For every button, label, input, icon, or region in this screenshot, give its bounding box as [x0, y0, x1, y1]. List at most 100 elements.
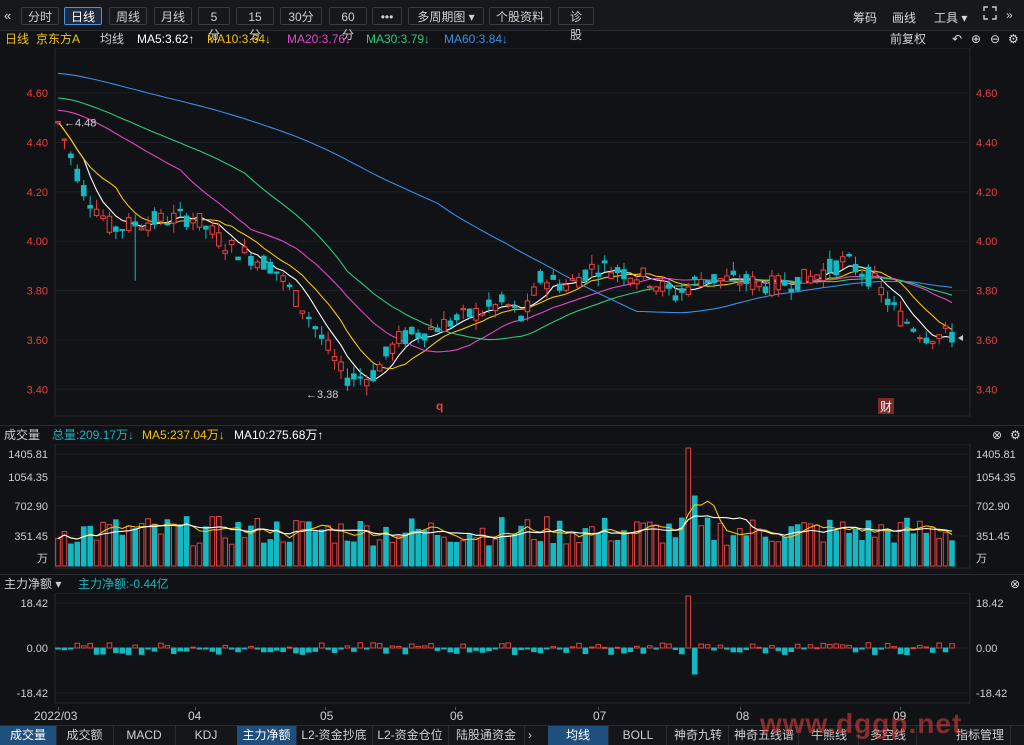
volume-bar: [119, 534, 126, 567]
candle: [357, 376, 364, 379]
candle: [68, 153, 74, 159]
volume-bar: [942, 532, 949, 567]
volume-bar: [61, 531, 68, 567]
netflow-bar: [582, 647, 589, 655]
candle: [788, 288, 795, 293]
price-tick-right: 3.80: [976, 286, 997, 298]
candle: [421, 333, 428, 341]
volume-chart[interactable]: 1405.81 1405.81 1054.35 1054.35 702.90 702.90…: [0, 444, 1024, 570]
close-icon[interactable]: ⊗: [992, 426, 1002, 444]
candle: [299, 310, 306, 314]
netflow-bar: [556, 647, 563, 650]
candle: [839, 256, 846, 263]
indicator-tab-6[interactable]: L2-资金仓位: [372, 726, 449, 745]
price-tick-left: 4.20: [27, 187, 48, 199]
volume-bar: [74, 541, 81, 567]
indicator-tab-4[interactable]: 主力净额: [237, 726, 297, 745]
overlay-tab-2[interactable]: 神奇九转: [668, 726, 729, 745]
period-button-11[interactable]: 诊股: [558, 7, 594, 42]
period-button-7[interactable]: 60分: [329, 7, 367, 42]
volume-tick-right: 702.90: [976, 501, 1010, 513]
candle: [241, 246, 248, 254]
candle: [833, 260, 840, 276]
candle: [910, 328, 917, 332]
volume-bar: [865, 520, 872, 567]
volume-bar: [209, 516, 216, 567]
indicator-tab-0[interactable]: 成交量: [0, 726, 57, 745]
indicator-tab-5[interactable]: L2-资金抄底: [296, 726, 373, 745]
overlay-tab-0[interactable]: 均线: [548, 726, 609, 745]
date-label: 07: [593, 709, 607, 723]
candle: [119, 229, 126, 232]
candle: [589, 263, 595, 270]
period-button-1[interactable]: 日线: [64, 7, 102, 25]
settings-icon[interactable]: ⚙: [1008, 30, 1019, 48]
indicator-tab-2[interactable]: MACD: [113, 726, 176, 745]
chips-button[interactable]: 筹码: [853, 9, 877, 26]
volume-bar: [389, 541, 396, 567]
netflow-bar: [312, 647, 319, 652]
volume-bar: [344, 540, 351, 567]
zoom-in-icon[interactable]: ⊕: [971, 30, 981, 48]
period-button-9[interactable]: 多周期图 ▾: [408, 7, 484, 25]
indicator-tab-3[interactable]: KDJ: [175, 726, 238, 745]
netflow-bar: [717, 644, 724, 649]
close-icon[interactable]: ⊗: [1010, 575, 1020, 593]
candle: [524, 300, 531, 313]
period-button-3[interactable]: 月线: [154, 7, 192, 25]
settings-icon[interactable]: ⚙: [1010, 426, 1021, 444]
volume-bar: [447, 541, 454, 567]
candle: [273, 271, 280, 274]
candle: [865, 266, 872, 287]
indicator-tab-7[interactable]: 陆股通资金: [448, 726, 525, 745]
expand-right-icon[interactable]: »: [1006, 8, 1013, 22]
period-button-2[interactable]: 周线: [109, 7, 147, 25]
candle: [318, 334, 325, 339]
price-tick-left: 3.60: [27, 335, 48, 347]
netflow-bar: [170, 647, 177, 654]
volume-bar: [569, 532, 576, 567]
volume-bar: [376, 539, 383, 567]
netflow-chart[interactable]: 18.42 18.42 0.00 0.00 -18.42 -18.42: [0, 593, 1024, 705]
volume-bar: [775, 541, 782, 567]
netflow-bar: [730, 647, 737, 653]
volume-bar: [852, 528, 859, 567]
collapse-icon[interactable]: «: [4, 8, 11, 23]
zoom-out-icon[interactable]: ⊖: [990, 30, 1000, 48]
fullscreen-icon[interactable]: [983, 6, 997, 23]
candle: [563, 284, 569, 291]
price-chart[interactable]: 4.60 4.60 4.40 4.40 4.20 4.20 4.00 4.00 3.80 3.80…: [0, 48, 1024, 420]
tools-menu-button[interactable]: 工具 ▾: [934, 9, 967, 26]
candle: [286, 284, 293, 288]
period-label: 日线: [5, 32, 30, 46]
netflow-bar: [929, 647, 936, 653]
period-button-6[interactable]: 30分: [280, 7, 322, 25]
overlay-tab-1[interactable]: BOLL: [610, 726, 667, 745]
netflow-bar: [563, 647, 569, 653]
period-button-8[interactable]: •••: [372, 7, 402, 25]
candle: [814, 274, 820, 280]
undo-icon[interactable]: ↶: [952, 30, 962, 48]
candle: [711, 274, 717, 284]
volume-bar: [505, 534, 512, 567]
draw-line-button[interactable]: 画线: [892, 9, 916, 26]
candle: [569, 278, 576, 281]
adjust-button[interactable]: 前复权: [890, 30, 926, 48]
date-tick: [740, 707, 741, 710]
netflow-value: 主力净额:-0.44亿: [78, 577, 169, 591]
period-button-0[interactable]: 分时: [21, 7, 59, 25]
candle: [158, 212, 164, 222]
volume-bar: [659, 542, 666, 567]
period-button-4[interactable]: 5分: [198, 7, 230, 42]
scroll-right-icon[interactable]: ›: [528, 728, 532, 742]
netflow-bar: [492, 647, 499, 650]
netflow-title[interactable]: 主力净额 ▾: [4, 575, 61, 593]
period-button-5[interactable]: 15分: [236, 7, 274, 42]
volume-bar: [306, 521, 312, 567]
candle: [235, 256, 241, 261]
period-button-10[interactable]: 个股资料: [489, 7, 551, 25]
indicator-tab-1[interactable]: 成交额: [56, 726, 114, 745]
candle: [460, 307, 466, 311]
candle: [749, 276, 756, 290]
netflow-bar: [505, 642, 512, 649]
